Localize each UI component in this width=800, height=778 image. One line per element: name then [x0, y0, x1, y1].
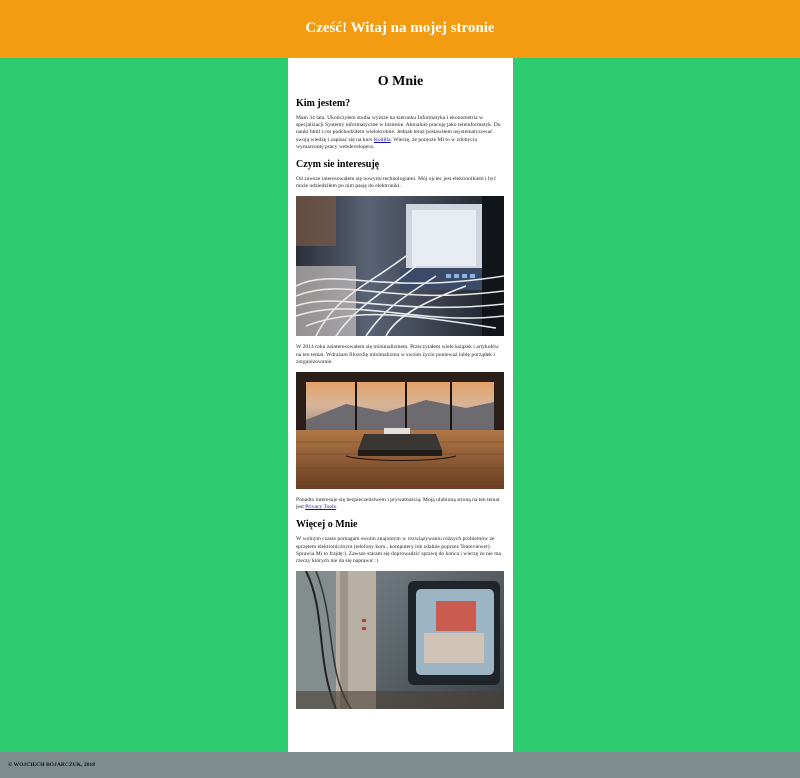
more-paragraph: W wolnym czasie pomagam swoim znajomym w… [296, 536, 502, 565]
content-column: O Mnie Kim jestem? Mam 34 lata. Ukończył… [288, 58, 513, 752]
privacy-tools-link[interactable]: Privacy Tools [305, 504, 336, 510]
page-header: Cześć! Witaj na mojej stronie [0, 0, 800, 58]
interests-paragraph-1: Od zawsze interesowałem się nowymi techn… [296, 176, 497, 190]
interests-paragraph-3: Ponadto interesuje się bezpieczeństwem i… [296, 497, 500, 511]
page-title: O Mnie [377, 74, 424, 89]
about-paragraph: Mam 34 lata. Ukończyłem studia wyższe na… [296, 115, 501, 150]
header-title: Cześć! Witaj na mojej stronie [305, 19, 495, 36]
minimalist-room-image [296, 372, 504, 490]
section-heading-interests: Czym sie interesuję [296, 159, 380, 171]
interests-paragraph-2: W 2014 roku zainteresowałem się minimali… [296, 344, 499, 365]
server-rack-image [296, 196, 504, 337]
kodilla-link[interactable]: Kodilla [374, 137, 391, 143]
footer-copyright: © WOJCIECH BOJARCZUK, 2018 [8, 762, 96, 768]
section-heading-more: Więcej o Mnie [296, 519, 358, 531]
old-tv-image [296, 571, 504, 710]
page-footer: © WOJCIECH BOJARCZUK, 2018 [0, 752, 800, 778]
section-heading-who: Kim jestem? [296, 98, 351, 109]
